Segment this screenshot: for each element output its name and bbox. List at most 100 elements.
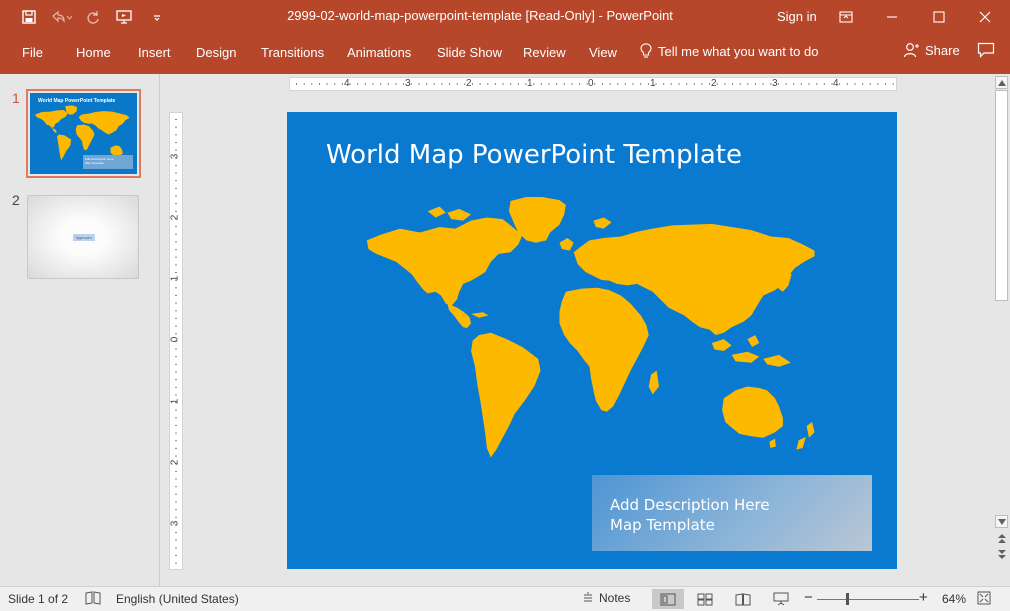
- ribbon-display-options-button[interactable]: [823, 0, 869, 34]
- zoom-level[interactable]: 64%: [942, 592, 966, 606]
- tab-insert[interactable]: Insert: [138, 43, 171, 63]
- ruler-tick: [854, 83, 856, 85]
- ruler-tick: [175, 539, 177, 541]
- ruler-tick: [175, 417, 177, 419]
- ruler-tick: [175, 180, 177, 182]
- slide-number-2: 2: [12, 192, 20, 208]
- maximize-button[interactable]: [916, 0, 962, 34]
- slide-title[interactable]: World Map PowerPoint Template: [326, 140, 742, 170]
- ruler-tick: [175, 126, 177, 128]
- undo-icon: [52, 10, 72, 23]
- world-map-graphic[interactable]: [297, 197, 882, 497]
- redo-button[interactable]: [78, 6, 108, 28]
- thumbnail-1-description-box: Add Description Here Map Template: [83, 155, 133, 169]
- ruler-tick: [175, 203, 177, 205]
- ruler-tick: [762, 83, 764, 85]
- ruler-tick: [426, 83, 428, 85]
- next-slide-button[interactable]: [995, 547, 1008, 560]
- scroll-up-button[interactable]: [995, 76, 1008, 89]
- customize-toolbar-button[interactable]: [142, 6, 172, 28]
- ruler-tick: [487, 83, 489, 85]
- window-title: 2999-02-world-map-powerpoint-template [R…: [287, 8, 673, 23]
- ruler-tick: [175, 256, 177, 258]
- tell-me-search[interactable]: Tell me what you want to do: [640, 43, 818, 59]
- ruler-tick: [846, 83, 848, 85]
- ruler-label: 1: [527, 78, 533, 89]
- ruler-tick: [862, 83, 864, 85]
- ruler-tick: [885, 83, 886, 85]
- ruler-label: 3: [405, 78, 411, 89]
- normal-view-button[interactable]: [652, 589, 684, 609]
- share-button[interactable]: Share: [903, 42, 960, 58]
- tab-review[interactable]: Review: [523, 43, 566, 63]
- ruler-tick: [777, 83, 779, 85]
- current-slide[interactable]: World Map PowerPoint Template Add Descri…: [287, 112, 897, 569]
- fit-slide-button[interactable]: [977, 591, 991, 608]
- ruler-label: 4: [344, 78, 350, 89]
- ruler-tick: [175, 233, 177, 235]
- notes-button[interactable]: Notes: [582, 591, 630, 605]
- scroll-thumb[interactable]: [995, 90, 1008, 301]
- sign-in-link[interactable]: Sign in: [777, 9, 817, 24]
- slide-counter: Slide 1 of 2: [8, 592, 69, 606]
- ruler-label: 3: [169, 153, 181, 160]
- ruler-label: 1: [650, 78, 656, 89]
- slide-show-view-button[interactable]: [765, 589, 797, 609]
- ruler-label: 2: [169, 214, 181, 221]
- start-from-beginning-button[interactable]: [110, 6, 140, 28]
- tab-transitions[interactable]: Transitions: [261, 43, 324, 63]
- save-button[interactable]: [14, 6, 44, 28]
- tab-home[interactable]: Home: [76, 43, 111, 63]
- ruler-tick: [326, 83, 328, 85]
- ruler-tick: [175, 493, 177, 495]
- ruler-tick: [433, 83, 435, 85]
- slide-thumbnail-2[interactable]: fppt.com: [27, 195, 139, 279]
- presentation-screen-icon: [773, 592, 789, 606]
- ruler-tick: [175, 348, 177, 350]
- tab-view[interactable]: View: [589, 43, 617, 63]
- ruler-tick: [456, 83, 458, 85]
- ruler-tick: [175, 325, 177, 327]
- comments-button[interactable]: [977, 42, 995, 61]
- share-label: Share: [925, 42, 960, 58]
- scroll-down-button[interactable]: [995, 515, 1008, 528]
- ruler-tick: [793, 83, 795, 85]
- ruler-label: 2: [466, 78, 472, 89]
- tab-slide-show[interactable]: Slide Show: [437, 43, 502, 63]
- description-line-1: Add Description Here: [610, 496, 770, 514]
- lightbulb-icon: [640, 43, 652, 58]
- ruler-tick: [563, 83, 565, 85]
- tab-animations[interactable]: Animations: [347, 43, 411, 63]
- ruler-label: 4: [833, 78, 839, 89]
- reading-view-button[interactable]: [727, 589, 759, 609]
- ruler-tick: [579, 83, 581, 85]
- ruler-tick: [785, 83, 787, 85]
- slide-sorter-view-button[interactable]: [689, 589, 721, 609]
- spelling-check-button[interactable]: [85, 591, 101, 608]
- ruler-tick: [732, 83, 733, 85]
- ruler-tick: [334, 83, 336, 85]
- vertical-scrollbar[interactable]: [993, 74, 1010, 586]
- tab-design[interactable]: Design: [196, 43, 236, 63]
- previous-slide-button[interactable]: [995, 532, 1008, 545]
- zoom-out-button[interactable]: −: [804, 589, 813, 606]
- zoom-slider[interactable]: [817, 599, 919, 600]
- ruler-tick: [647, 83, 649, 85]
- ruler-tick: [510, 83, 512, 85]
- ruler-tick: [319, 83, 320, 85]
- ruler-tick: [839, 83, 841, 85]
- description-text-box[interactable]: Add Description Here Map Template: [592, 475, 872, 551]
- zoom-slider-handle[interactable]: [846, 593, 849, 605]
- tab-file[interactable]: File: [22, 43, 43, 63]
- minimize-button[interactable]: [869, 0, 915, 34]
- close-button[interactable]: [962, 0, 1008, 34]
- status-bar: Slide 1 of 2 English (United States) Not…: [0, 586, 1010, 611]
- undo-button[interactable]: [46, 6, 76, 28]
- slide-thumbnail-1[interactable]: World Map PowerPoint Template Add Descri…: [26, 89, 141, 178]
- zoom-in-button[interactable]: +: [919, 589, 928, 606]
- ruler-tick: [823, 83, 825, 85]
- language-indicator[interactable]: English (United States): [116, 592, 239, 606]
- ruler-tick: [175, 501, 177, 503]
- ruler-tick: [556, 83, 558, 85]
- ruler-tick: [632, 83, 634, 85]
